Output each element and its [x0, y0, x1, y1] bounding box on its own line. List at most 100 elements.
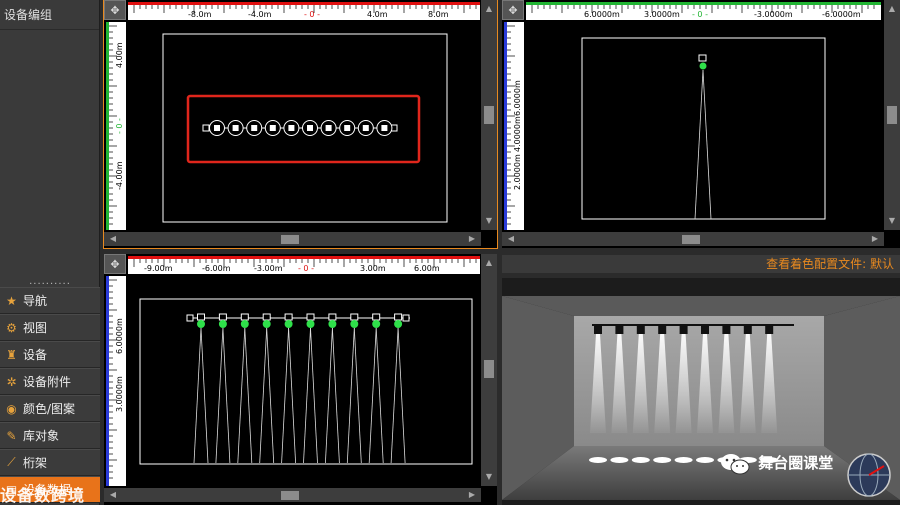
scroll-thumb[interactable]	[682, 235, 700, 244]
fixture-beam-head	[197, 320, 205, 328]
ruler-label: -9.00m	[144, 264, 173, 273]
scroll-thumb[interactable]	[484, 360, 494, 378]
fixture-core	[307, 125, 313, 131]
ruler-label: - 0 -	[304, 10, 320, 19]
fixture-core	[344, 125, 351, 131]
fixture-outline	[240, 313, 249, 321]
fixture-beam-head	[350, 320, 359, 328]
library-icon: ✎	[6, 428, 17, 443]
ruler-label: - 0 -	[692, 10, 708, 19]
ruler-label: -3.00m	[254, 264, 283, 273]
ruler-label: -4.00m	[115, 161, 124, 190]
fixture-core	[325, 125, 332, 131]
fixture-beam-head	[262, 320, 271, 328]
floor-spot	[589, 457, 607, 463]
sidebar-item-label: 颜色/图案	[23, 402, 76, 416]
ruler-label: 4.00m	[115, 42, 124, 68]
fixture-core	[269, 125, 276, 131]
moving-head	[679, 325, 688, 334]
fixture-icon: ♜	[6, 347, 17, 362]
fixture-core	[232, 125, 239, 131]
front-view-hscroll[interactable]: ◀ ▶	[502, 232, 884, 246]
floor-spot	[696, 457, 714, 463]
ruler-label: 6.00m	[414, 264, 440, 273]
front-view-pane[interactable]: 6.0000m 3.0000m - 0 - -3.0000m -6.0000m …	[502, 0, 900, 248]
fixture-outline	[328, 313, 337, 321]
fixture-outline	[350, 313, 359, 321]
ruler-label: 6.0000m	[115, 318, 124, 354]
front-view-vscroll[interactable]: ▲ ▼	[884, 0, 900, 230]
render-view[interactable]	[502, 278, 900, 505]
watermark-text: 设备数跨境	[0, 486, 86, 505]
sidebar-item-label: 桁架	[23, 456, 48, 470]
fixture-beam-head	[218, 320, 227, 328]
top-view-hscroll[interactable]: ◀ ▶	[104, 232, 481, 246]
sidebar-item-library[interactable]: ✎ 库对象	[0, 422, 100, 449]
sidebar-item-label: 视图	[23, 321, 48, 335]
fixture-beam-head	[699, 62, 707, 70]
floor-spot	[674, 457, 693, 463]
sidebar-item-accessory[interactable]: ✲ 设备附件	[0, 368, 100, 395]
sidebar-item-label: 库对象	[23, 429, 60, 443]
fixture-outline	[284, 313, 293, 321]
top-view-canvas[interactable]: -8.0m -4.0m - 0 - 4.0m 8.0m 4.00m - 0 - …	[104, 0, 497, 248]
ruler-label: 4.0m	[367, 10, 388, 19]
scroll-thumb[interactable]	[281, 491, 299, 500]
fixture-beam-head	[240, 320, 249, 328]
fixture-beam-head	[394, 320, 403, 328]
ruler-label: -4.0m	[248, 10, 272, 19]
side-view-pane[interactable]: -9.00m -6.00m -3.00m - 0 - 3.00m 6.00m 6…	[104, 254, 497, 505]
scroll-thumb[interactable]	[281, 235, 299, 244]
sidebar-item-label: 设备	[23, 348, 48, 362]
moving-head	[594, 325, 602, 334]
moving-head	[765, 325, 774, 334]
moving-head	[636, 325, 645, 334]
top-view-vscroll[interactable]: ▲ ▼	[481, 0, 497, 230]
sidebar-item-truss[interactable]: ⟋ 桁架	[0, 449, 100, 476]
sidebar-menu: ★ 导航 ⚙ 视图 ♜ 设备 ✲ 设备附件 ◉ 颜色/图案 ✎ 库对象 ⟋ 桁架 ▤ 设备数据	[0, 287, 100, 503]
sidebar-item-navigation[interactable]: ★ 导航	[0, 287, 100, 314]
truss-end	[202, 124, 210, 132]
sidebar-item-view[interactable]: ⚙ 视图	[0, 314, 100, 341]
globe-icon	[847, 453, 891, 497]
ruler-label: 6.0000m	[513, 80, 522, 116]
fixture-beam-head	[284, 320, 293, 328]
star-icon: ★	[6, 293, 17, 308]
view-origin-button[interactable]: ✥	[104, 254, 126, 274]
scroll-thumb[interactable]	[887, 106, 897, 124]
sidebar-item-color-pattern[interactable]: ◉ 颜色/图案	[0, 395, 100, 422]
fixture-outline	[394, 313, 403, 321]
sidebar-splitter[interactable]: ..........	[0, 276, 100, 287]
side-view-canvas[interactable]: -9.00m -6.00m -3.00m - 0 - 3.00m 6.00m 6…	[104, 254, 497, 505]
side-view-hscroll[interactable]: ◀ ▶	[104, 488, 481, 502]
ruler-label: 2.0000m	[513, 154, 522, 190]
accessory-icon: ✲	[6, 374, 17, 389]
moving-head	[722, 325, 731, 334]
sidebar-item-label: 导航	[23, 294, 48, 308]
moving-head	[658, 325, 667, 334]
shading-profile-label[interactable]: 查看着色配置文件: 默认	[502, 255, 900, 273]
top-view-pane[interactable]: -8.0m -4.0m - 0 - 4.0m 8.0m 4.00m - 0 - …	[103, 0, 498, 249]
fixture-core	[381, 125, 388, 131]
fixture-outline	[197, 313, 205, 321]
front-view-canvas[interactable]: 6.0000m 3.0000m - 0 - -3.0000m -6.0000m …	[502, 0, 900, 248]
view-origin-button[interactable]: ✥	[104, 0, 126, 20]
truss-icon: ⟋	[7, 455, 16, 469]
fixture-core	[214, 125, 220, 131]
moving-head	[701, 325, 709, 334]
sidebar: 设备编组 .......... ★ 导航 ⚙ 视图 ♜ 设备 ✲ 设备附件 ◉ 颜色/图案…	[0, 0, 100, 505]
wechat-icon	[721, 453, 750, 474]
wechat-account-name: 舞台圈课堂	[758, 454, 834, 472]
fixture-beam-head	[328, 320, 337, 328]
view-origin-button[interactable]: ✥	[502, 0, 524, 20]
render-canvas[interactable]	[502, 278, 900, 505]
floor-spot	[653, 457, 672, 463]
fixture-outline	[218, 313, 227, 321]
ruler-label: 6.0000m	[584, 10, 620, 19]
scroll-thumb[interactable]	[484, 106, 494, 124]
ruler-label: -6.00m	[202, 264, 231, 273]
floor-spot	[631, 457, 650, 463]
side-view-vscroll[interactable]: ▲ ▼	[481, 254, 497, 486]
truss-end	[186, 314, 194, 322]
sidebar-item-fixture[interactable]: ♜ 设备	[0, 341, 100, 368]
